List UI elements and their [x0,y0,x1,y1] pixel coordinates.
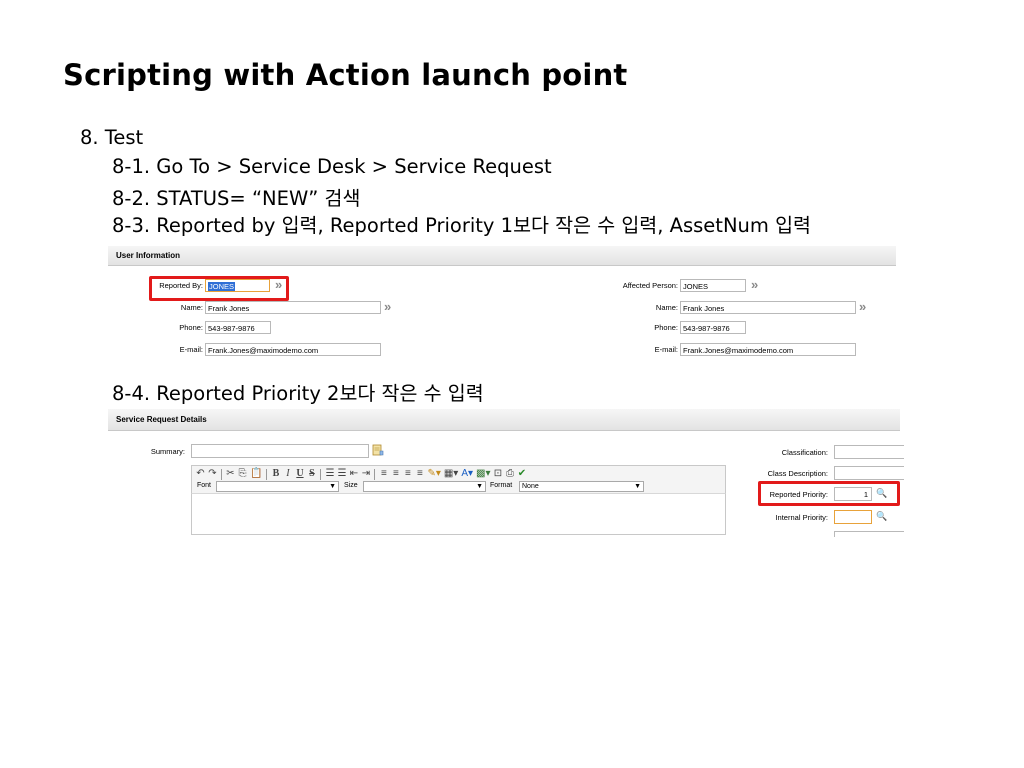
classification-label: Classification: [781,448,828,457]
affected-name-label: Name: [655,303,678,312]
bullet-test: 8. Test [80,126,144,149]
email-field[interactable]: Frank.Jones@maximodemo.com [205,343,381,356]
bullet-step-2: 8-2. STATUS= “NEW” 검색 [112,187,361,210]
long-description-icon[interactable] [372,444,384,456]
internal-priority-field[interactable] [834,510,872,524]
align-left-icon[interactable]: ≡ [379,468,388,480]
name-label: Name: [180,303,203,312]
highlight-pen-icon[interactable]: ✎▾ [427,468,440,480]
redo-icon[interactable]: ↷ [208,468,217,480]
summary-label: Summary: [150,447,185,456]
next-field-partial[interactable] [834,531,904,537]
name-field[interactable]: Frank Jones [205,301,381,314]
service-request-details-panel: Service Request Details Summary: ↶ ↷ ✂ ⎘… [108,409,904,537]
bulleted-list-icon[interactable]: ☰ [337,468,346,480]
size-dropdown[interactable]: ▼ [363,481,486,492]
user-information-header: User Information [108,246,896,266]
font-dropdown[interactable]: ▼ [216,481,339,492]
justify-icon[interactable]: ≡ [415,468,424,480]
numbered-list-icon[interactable]: ☰ [325,468,334,480]
affected-person-detail-arrow-icon[interactable]: » [751,278,758,291]
italic-icon[interactable]: I [283,468,292,480]
strikethrough-icon[interactable]: S [307,468,316,480]
affected-phone-field[interactable]: 543-987-9876 [680,321,746,334]
affected-person-field[interactable]: JONES [680,279,746,292]
class-description-field[interactable] [834,466,904,480]
undo-icon[interactable]: ↶ [196,468,205,480]
paste-icon[interactable]: 📋 [250,468,262,480]
description-editor[interactable] [191,493,726,535]
summary-field[interactable] [191,444,369,458]
affected-person-label: Affected Person: [622,281,678,290]
affected-name-detail-arrow-icon[interactable]: » [859,300,866,313]
align-right-icon[interactable]: ≡ [403,468,412,480]
indent-icon[interactable]: ⇥ [361,468,370,480]
rich-text-toolbar: ↶ ↷ ✂ ⎘ 📋 B I U S ☰ ☰ ⇤ ⇥ ≡ ≡ ≡ ≡ ✎▾ ▦▾ … [191,465,726,493]
name-detail-arrow-icon[interactable]: » [384,300,391,313]
spell-check-icon[interactable]: ✔ [518,468,527,480]
reported-priority-highlight-box [758,481,900,506]
insert-link-icon[interactable]: ⊡ [494,468,503,480]
paste-special-icon[interactable]: ⎙ [506,468,515,480]
affected-email-field[interactable]: Frank.Jones@maximodemo.com [680,343,856,356]
font-label: Font [197,482,212,489]
format-value: None [522,483,539,490]
reported-by-highlight-box [149,276,289,301]
phone-label: Phone: [179,323,203,332]
bullet-step-4: 8-4. Reported Priority 2보다 작은 수 입력 [112,382,484,405]
insert-image-icon[interactable]: ▩▾ [476,468,490,480]
font-color-icon[interactable]: A▾ [461,468,473,480]
copy-icon[interactable]: ⎘ [238,468,247,480]
affected-phone-label: Phone: [654,323,678,332]
internal-priority-lookup-icon[interactable]: 🔍 [876,511,887,522]
cut-icon[interactable]: ✂ [226,468,235,480]
affected-email-label: E-mail: [654,345,678,354]
bullet-step-1: 8-1. Go To > Service Desk > Service Requ… [112,155,552,178]
underline-icon[interactable]: U [295,468,304,480]
align-center-icon[interactable]: ≡ [391,468,400,480]
bold-icon[interactable]: B [271,468,280,480]
outdent-icon[interactable]: ⇤ [349,468,358,480]
classification-field[interactable] [834,445,904,459]
font-dropdown-arrow-icon: ▼ [329,483,336,490]
affected-name-field[interactable]: Frank Jones [680,301,856,314]
format-dropdown[interactable]: None ▼ [519,481,644,492]
size-dropdown-arrow-icon: ▼ [476,483,483,490]
service-request-details-header: Service Request Details [108,409,900,431]
format-label: Format [490,482,513,489]
slide-title: Scripting with Action launch point [63,58,628,92]
email-label: E-mail: [179,345,203,354]
format-dropdown-arrow-icon: ▼ [634,483,641,490]
class-description-label: Class Description: [767,469,828,478]
phone-field[interactable]: 543-987-9876 [205,321,271,334]
internal-priority-label: Internal Priority: [775,513,828,522]
table-icon[interactable]: ▦▾ [444,468,458,480]
user-information-panel: User Information Reported By: JONES » Na… [108,246,896,361]
bullet-step-3: 8-3. Reported by 입력, Reported Priority 1… [112,214,811,237]
size-label: Size [344,482,358,489]
